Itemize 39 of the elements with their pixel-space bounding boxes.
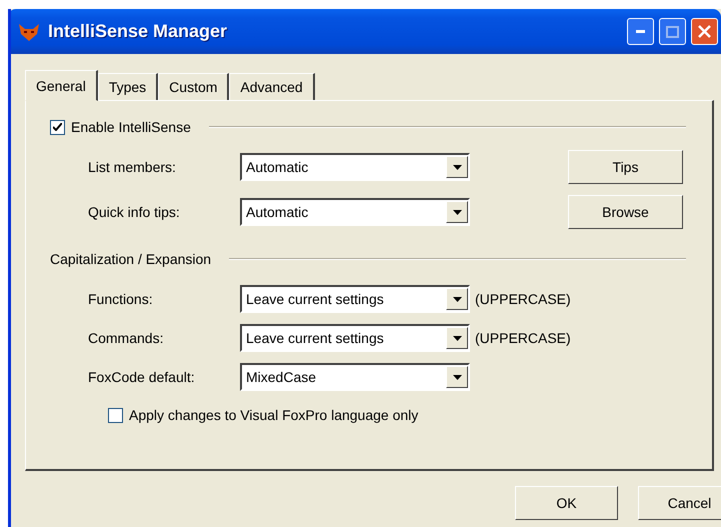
window-title: IntelliSense Manager [48,21,228,42]
checkbox[interactable] [108,408,123,422]
minimize-icon [636,30,645,33]
dialog-button[interactable]: Cancel [638,486,721,520]
fox-icon [18,22,40,42]
case-note: (UPPERCASE) [475,330,571,346]
field-label: Quick info tips: [88,204,181,220]
dropdown-arrow-icon [452,164,462,170]
dropdown[interactable]: Automatic [240,153,470,181]
dropdown[interactable]: MixedCase [240,363,470,391]
dropdown[interactable]: Automatic [240,198,470,226]
close-icon [698,25,711,38]
dropdown-arrow-icon [452,296,462,302]
checkmark-icon [53,123,62,131]
tab[interactable]: Types [98,73,158,100]
dropdown[interactable]: Leave current settings [240,285,470,313]
checkbox-label: Enable IntelliSense [71,119,191,135]
dropdown-arrow-icon [452,210,462,214]
tab[interactable]: Advanced [229,73,315,100]
side-button[interactable]: Tips [568,150,683,184]
side-button[interactable]: Browse [568,195,683,229]
case-note: (UPPERCASE) [475,291,571,307]
dropdown-arrow-icon [452,336,462,340]
close-button[interactable] [691,18,718,45]
tab[interactable]: General [25,70,98,101]
dropdown-arrow-icon [452,374,462,380]
field-label: Commands: [88,330,164,346]
checkbox-label: Apply changes to Visual FoxPro language only [129,407,418,423]
section-title: Capitalization / Expansion [50,251,212,267]
dialog-button[interactable]: OK [515,486,618,520]
field-label: FoxCode default: [88,369,196,385]
maximize-button[interactable] [659,18,686,45]
minimize-button[interactable] [627,18,654,45]
field-label: List members: [88,159,177,175]
tab[interactable]: Custom [158,73,230,100]
field-label: Functions: [88,291,154,307]
dropdown[interactable]: Leave current settings [240,324,470,352]
checkbox[interactable] [50,120,65,134]
maximize-icon [666,26,679,38]
